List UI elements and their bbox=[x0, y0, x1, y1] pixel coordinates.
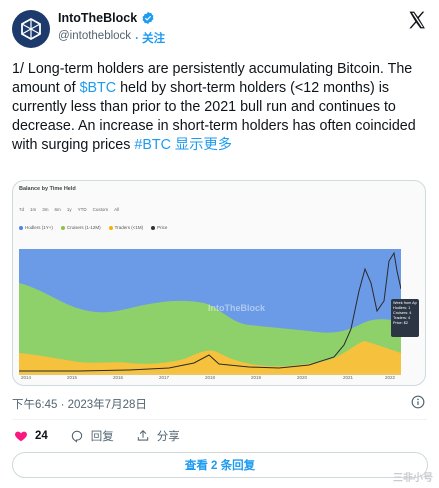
range-6m: 6m bbox=[54, 207, 61, 212]
cashtag-btc-link[interactable]: $BTC bbox=[80, 80, 117, 96]
verified-badge-icon bbox=[142, 11, 154, 25]
share-icon bbox=[137, 430, 148, 441]
author-handle[interactable]: @intotheblock bbox=[58, 30, 131, 46]
tweet-actions: 24 回复 分享 bbox=[14, 428, 180, 444]
legend-cruisers: Cruisers (1-12M) bbox=[60, 225, 101, 230]
hashtag-btc-link[interactable]: #BTC bbox=[134, 137, 171, 153]
x-tick-label: 2020 bbox=[297, 375, 308, 380]
heart-icon bbox=[15, 431, 27, 442]
info-icon[interactable] bbox=[411, 395, 425, 409]
tweet-media-image[interactable]: Balance by Time Held 7d 1m 3m 6m 1y YTD … bbox=[12, 180, 426, 386]
x-logo-icon[interactable] bbox=[407, 10, 427, 30]
legend-price: Price bbox=[151, 225, 167, 230]
share-label: 分享 bbox=[156, 431, 180, 443]
chart-watermark: IntoTheBlock bbox=[208, 303, 266, 313]
range-7d: 7d bbox=[19, 207, 25, 212]
corner-watermark: 三非小号 bbox=[393, 473, 433, 484]
legend-dot bbox=[108, 225, 113, 230]
like-count: 24 bbox=[35, 430, 48, 442]
share-button[interactable]: 分享 bbox=[136, 428, 180, 444]
x-tick-label: 2016 bbox=[113, 375, 124, 380]
author-name-row: IntoTheBlock bbox=[58, 11, 155, 25]
tooltip-line: Price: $2 bbox=[393, 321, 408, 325]
x-tick-label: 2022 bbox=[385, 375, 396, 380]
legend-label: Price bbox=[157, 225, 168, 230]
legend-label: Hodlers (1Y+) bbox=[25, 225, 53, 230]
chart-x-axis-ticks: 2014 2015 2016 2017 2018 2019 2020 2021 … bbox=[19, 375, 401, 383]
tweet-timestamp[interactable]: 下午6:45 · 2023年7月28日 bbox=[12, 396, 147, 412]
x-tick-label: 2017 bbox=[159, 375, 170, 380]
range-1y: 1y bbox=[66, 207, 72, 212]
reply-button[interactable]: 回复 bbox=[70, 428, 114, 444]
view-replies-button[interactable]: 查看 2 条回复 bbox=[12, 452, 428, 478]
legend-dot bbox=[19, 225, 23, 230]
range-1m: 1m bbox=[30, 207, 37, 212]
legend-dot bbox=[60, 225, 65, 230]
legend-hodlers: Hodlers (1Y+) bbox=[19, 225, 53, 230]
range-custom: Custom bbox=[92, 207, 109, 212]
legend-dot bbox=[151, 225, 156, 230]
reply-label: 回复 bbox=[90, 431, 114, 443]
follow-button[interactable]: · 关注 bbox=[135, 30, 165, 46]
range-3m: 3m bbox=[42, 207, 49, 212]
divider bbox=[12, 419, 427, 420]
x-tick-label: 2018 bbox=[205, 375, 216, 380]
x-tick-label: 2014 bbox=[21, 375, 32, 380]
tweet-text: 1/ Long-term holders are persistently ac… bbox=[12, 60, 428, 155]
range-all: All bbox=[114, 207, 120, 212]
legend-traders: Traders (<1M) bbox=[108, 225, 144, 230]
author-handle-row: @intotheblock · 关注 bbox=[58, 30, 165, 46]
legend-label: Cruisers (1-12M) bbox=[66, 225, 101, 230]
chart-legend: Hodlers (1Y+) Cruisers (1-12M) Traders (… bbox=[19, 225, 167, 230]
author-display-name[interactable]: IntoTheBlock bbox=[58, 11, 137, 25]
chart-title: Balance by Time Held bbox=[19, 186, 76, 192]
show-more-link[interactable]: 显示更多 bbox=[171, 137, 232, 153]
x-tick-label: 2019 bbox=[251, 375, 262, 380]
like-button[interactable]: 24 bbox=[14, 429, 48, 443]
legend-label: Traders (<1M) bbox=[114, 225, 144, 230]
chart-range-selector: 7d 1m 3m 6m 1y YTD Custom All bbox=[19, 207, 119, 212]
range-ytd: YTD bbox=[77, 207, 87, 212]
x-tick-label: 2021 bbox=[343, 375, 354, 380]
reply-icon bbox=[71, 430, 82, 443]
avatar[interactable] bbox=[12, 10, 50, 48]
x-tick-label: 2015 bbox=[67, 375, 78, 380]
chart-tooltip: Week from Ap Hodlers: 1 Cruisers: 4 Trad… bbox=[391, 299, 419, 337]
intotheblock-logo-icon bbox=[21, 17, 41, 41]
